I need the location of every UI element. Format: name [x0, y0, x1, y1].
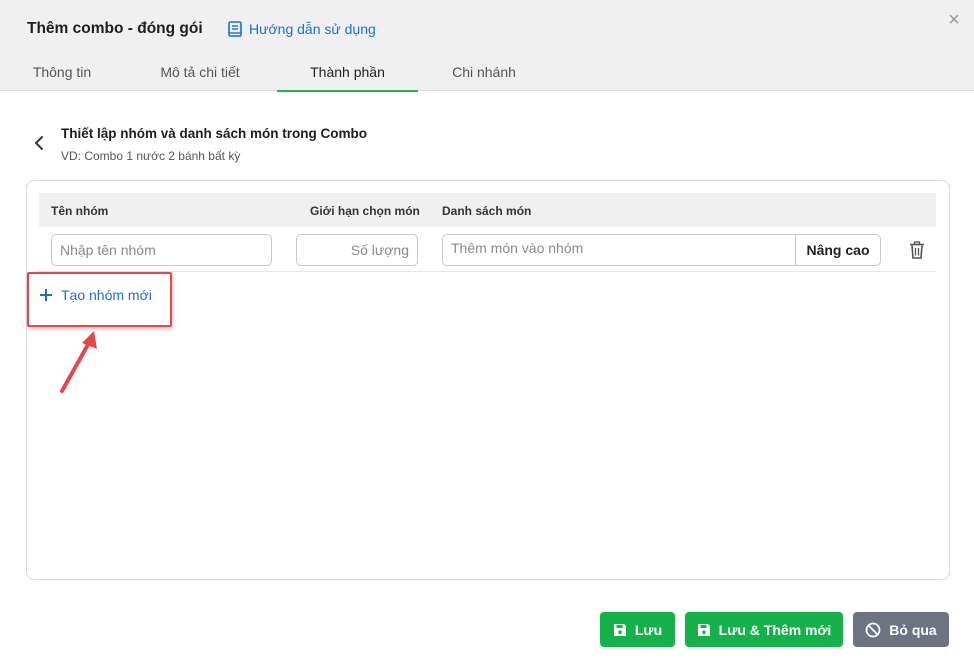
tab-thanh-phan[interactable]: Thành phần — [277, 64, 418, 92]
dialog-header: Thêm combo - đóng gói Hướng dẫn sử dụng … — [0, 0, 974, 92]
header-limit: Giới hạn chọn món — [310, 204, 420, 218]
cancel-button[interactable]: Bỏ qua — [853, 612, 949, 647]
header-group-name: Tên nhóm — [51, 204, 109, 218]
group-name-input[interactable] — [51, 234, 272, 266]
trash-icon[interactable] — [909, 241, 925, 259]
user-guide-label: Hướng dẫn sử dụng — [249, 21, 376, 37]
user-guide-link[interactable]: Hướng dẫn sử dụng — [227, 20, 376, 38]
advanced-button[interactable]: Nâng cao — [795, 234, 881, 266]
save-label: Lưu — [634, 621, 663, 638]
tab-chi-nhanh[interactable]: Chi nhánh — [445, 64, 523, 90]
section-title: Thiết lập nhóm và danh sách món trong Co… — [61, 126, 368, 141]
dialog-title: Thêm combo - đóng gói — [27, 20, 203, 37]
save-and-new-label: Lưu & Thêm mới — [718, 621, 832, 638]
annotation-arrow-icon — [60, 331, 97, 393]
limit-quantity-input[interactable] — [296, 234, 418, 266]
prohibited-icon — [865, 622, 881, 637]
book-icon — [228, 21, 242, 37]
highlight-box — [27, 272, 172, 327]
cancel-label: Bỏ qua — [889, 621, 937, 638]
add-items-input[interactable] — [442, 234, 796, 266]
floppy-disk-icon — [697, 623, 710, 636]
section-subtitle: VD: Combo 1 nước 2 bánh bất kỳ — [61, 149, 241, 163]
row-divider — [39, 271, 936, 272]
floppy-disk-icon — [613, 623, 626, 636]
save-and-new-button[interactable]: Lưu & Thêm mới — [685, 612, 843, 647]
close-icon[interactable]: × — [944, 10, 964, 30]
save-button[interactable]: Lưu — [600, 612, 675, 647]
header-items: Danh sách món — [442, 204, 532, 218]
tab-mo-ta-chi-tiet[interactable]: Mô tả chi tiết — [150, 64, 250, 90]
tab-thong-tin[interactable]: Thông tin — [27, 64, 97, 90]
back-chevron-icon[interactable] — [30, 134, 48, 152]
